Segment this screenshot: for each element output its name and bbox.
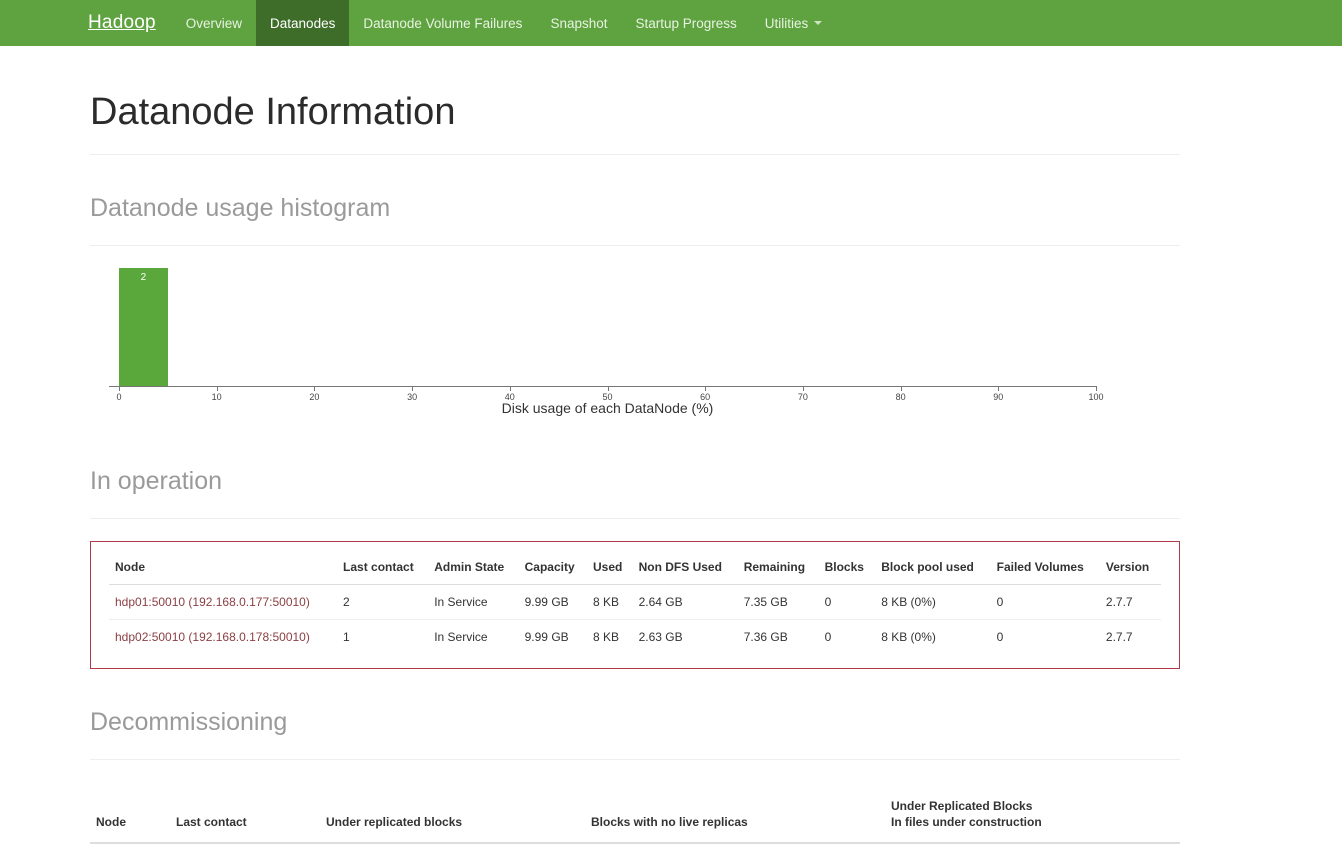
- histogram-bar-value: 2: [140, 271, 147, 283]
- page-title: Datanode Information: [90, 91, 456, 133]
- node-link[interactable]: hdp01:50010 (192.168.0.177:50010): [115, 595, 310, 609]
- nav-item-label: Startup Progress: [635, 15, 737, 31]
- in-operation-table: Node Last contact Admin State Capacity U…: [109, 551, 1161, 654]
- col-header-remaining[interactable]: Remaining: [737, 551, 819, 585]
- section-title-decommissioning: Decommissioning: [90, 707, 288, 736]
- col-header-line-1: Under Replicated Blocks: [891, 798, 1033, 813]
- col-header-non-dfs-used[interactable]: Non DFS Used: [632, 551, 738, 585]
- x-axis-tick: [607, 385, 609, 391]
- x-axis-label: Disk usage of each DataNode (%): [501, 399, 714, 416]
- col-header-block-pool-used[interactable]: Block pool used: [875, 551, 991, 585]
- section-title-in-operation: In operation: [90, 466, 223, 495]
- datanode-usage-histogram: 2 0 10 20 30 40 50 60 70 80 90 100 Disk usage of e…: [90, 267, 1180, 428]
- col-header-failed-volumes[interactable]: Failed Volumes: [990, 551, 1100, 585]
- histogram-divider: [90, 244, 1180, 246]
- col-header-blocks[interactable]: Blocks: [818, 551, 876, 585]
- cell-capacity: 9.99 GB: [524, 629, 569, 644]
- x-axis-tick: [216, 385, 218, 391]
- col-header-node[interactable]: Node: [109, 551, 338, 585]
- table-row: hdp02:50010 (192.168.0.178:50010) 1 In S…: [109, 619, 1161, 654]
- table-row: hdp01:50010 (192.168.0.177:50010) 2 In S…: [109, 584, 1161, 620]
- in-operation-table-container: Node Last contact Admin State Capacity U…: [90, 540, 1180, 669]
- table-header-row: Node Last contact Admin State Capacity U…: [109, 551, 1161, 585]
- col-header-capacity[interactable]: Capacity: [518, 551, 588, 585]
- cell-node: hdp02:50010 (192.168.0.178:50010): [109, 619, 337, 654]
- col-header-under-replicated-in-construction[interactable]: Under Replicated Blocks In files under c…: [885, 789, 1180, 845]
- x-axis-tick: [314, 385, 316, 391]
- cell-admin-state: In Service: [434, 629, 488, 644]
- page-container: Datanode Information Datanode usage hist…: [90, 46, 1180, 867]
- node-link[interactable]: hdp02:50010 (192.168.0.178:50010): [115, 630, 310, 644]
- nav-item-label: Utilities: [764, 15, 809, 31]
- nav-item-datanode-volume-failures[interactable]: Datanode Volume Failures: [349, 0, 536, 46]
- cell-last-contact: 2: [337, 584, 429, 620]
- col-header-blocks-no-live-replicas[interactable]: Blocks with no live replicas: [585, 789, 885, 845]
- x-axis-tick: [1096, 385, 1097, 391]
- cell-remaining: 7.35 GB: [737, 584, 819, 620]
- section-title-histogram: Datanode usage histogram: [90, 193, 391, 222]
- x-axis-tick: [802, 385, 804, 391]
- col-header-admin-state[interactable]: Admin State: [428, 551, 519, 585]
- nav-item-snapshot[interactable]: Snapshot: [536, 0, 621, 46]
- cell-node: hdp01:50010 (192.168.0.177:50010): [109, 584, 338, 620]
- in-operation-divider: [90, 517, 1180, 519]
- nav-item-startup-progress[interactable]: Startup Progress: [621, 0, 750, 46]
- x-axis-tick: [998, 385, 1000, 391]
- cell-last-contact: 1: [343, 629, 350, 644]
- decommissioning-divider: [90, 758, 1180, 760]
- cell-blocks: 0: [818, 584, 876, 620]
- x-axis-tick: [900, 385, 902, 391]
- chevron-down-icon: [814, 21, 823, 25]
- nav-item-label: Overview: [185, 15, 243, 31]
- title-divider: [90, 153, 1180, 155]
- cell-failed-volumes: 0: [990, 584, 1100, 620]
- table-header-row: Node Last contact Under replicated block…: [90, 789, 1180, 845]
- x-axis-tick: [705, 385, 707, 391]
- x-axis-line: [109, 385, 1096, 387]
- nav-item-label: Datanodes: [270, 15, 336, 31]
- cell-blocks: 0: [824, 629, 832, 644]
- cell-version: 2.7.7: [1099, 584, 1161, 620]
- cell-failed-volumes: 0: [996, 629, 1004, 644]
- x-axis-tick: [509, 385, 511, 391]
- cell-block-pool-used: 8 KB (0%): [875, 584, 991, 620]
- cell-admin-state: In Service: [428, 584, 519, 620]
- nav-item-overview[interactable]: Overview: [172, 0, 256, 46]
- col-header-used[interactable]: Used: [587, 551, 633, 585]
- top-navbar: Hadoop Overview Datanodes Datanode Volum…: [0, 0, 1342, 46]
- cell-capacity: 9.99 GB: [518, 584, 588, 620]
- col-header-under-replicated-blocks[interactable]: Under replicated blocks: [320, 789, 585, 845]
- cell-block-pool-used: 8 KB (0%): [881, 629, 936, 644]
- col-header-version[interactable]: Version: [1099, 551, 1161, 585]
- brand-hadoop[interactable]: Hadoop: [88, 0, 172, 46]
- nav-item-datanodes[interactable]: Datanodes: [256, 0, 350, 46]
- x-axis-tick: [412, 385, 414, 391]
- cell-remaining: 7.36 GB: [743, 629, 788, 644]
- col-header-last-contact[interactable]: Last contact: [170, 789, 320, 845]
- col-header-line-2: In files under construction: [891, 814, 1042, 829]
- histogram-bar: 2: [119, 267, 168, 386]
- x-axis-tick: [119, 385, 120, 391]
- chart-plot-area: 2: [119, 267, 1096, 386]
- col-header-node[interactable]: Node: [90, 789, 170, 845]
- cell-non-dfs-used: 2.63 GB: [638, 629, 683, 644]
- brand-label: Hadoop: [88, 12, 156, 33]
- cell-non-dfs-used: 2.64 GB: [632, 584, 738, 620]
- cell-used: 8 KB: [593, 629, 620, 644]
- cell-version: 2.7.7: [1105, 629, 1133, 644]
- nav-item-label: Datanode Volume Failures: [363, 15, 523, 31]
- col-header-last-contact[interactable]: Last contact: [337, 551, 429, 585]
- nav-item-utilities[interactable]: Utilities: [751, 0, 837, 46]
- nav-items: Overview Datanodes Datanode Volume Failu…: [172, 0, 837, 46]
- nav-item-label: Snapshot: [550, 15, 608, 31]
- cell-used: 8 KB: [587, 584, 633, 620]
- decommissioning-table: Node Last contact Under replicated block…: [90, 789, 1180, 845]
